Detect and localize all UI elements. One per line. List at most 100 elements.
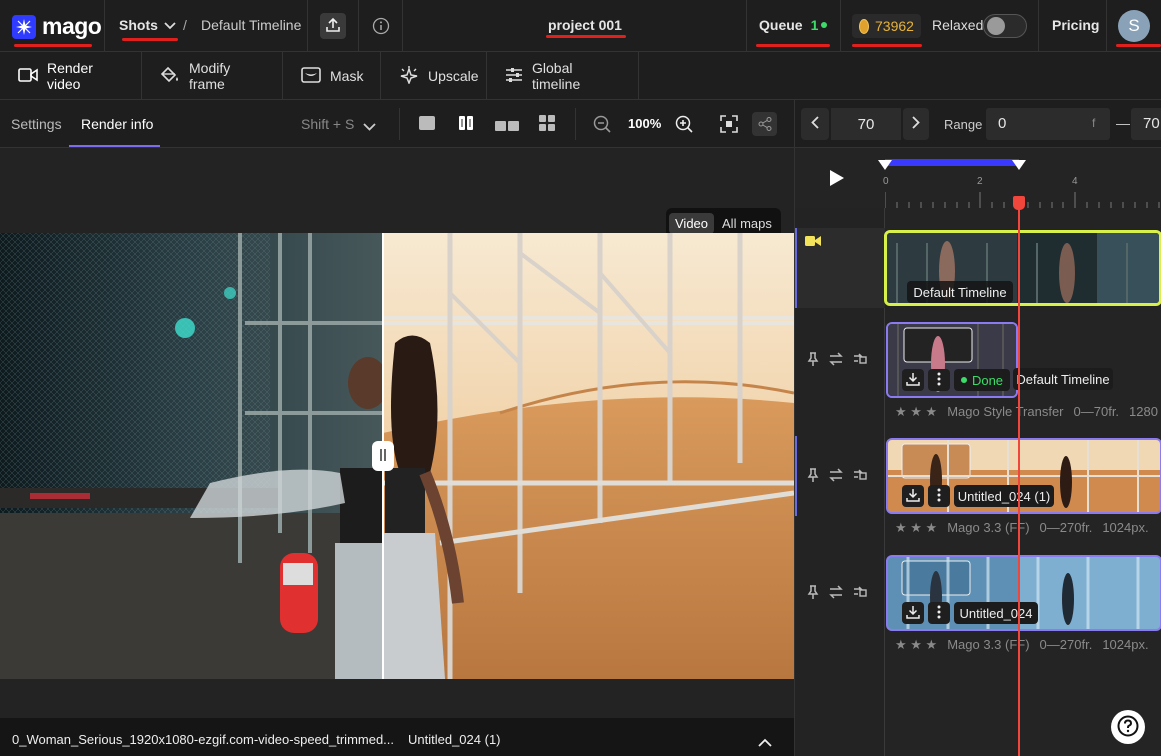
tab-settings[interactable]: Settings (11, 116, 62, 132)
frame-range: 0—270fr. (1039, 637, 1093, 652)
clip-label-text: Untitled_024 (1) (957, 488, 1051, 504)
range-end-input[interactable]: 70 (1131, 108, 1161, 140)
mask-icon (301, 66, 321, 86)
main-track-marker (795, 228, 797, 308)
more-options-button[interactable] (928, 485, 950, 507)
toolbar-label: Global timeline (532, 60, 581, 92)
info-button[interactable] (372, 17, 390, 38)
timeline-clip-render-done[interactable]: Done (886, 322, 1018, 398)
project-title[interactable]: project 001 (548, 17, 622, 33)
rating-stars[interactable]: ★ ★ ★ (895, 404, 937, 420)
download-icon (906, 488, 920, 505)
timeline-clip-untitled-024[interactable]: Untitled_024 (886, 555, 1161, 631)
fit-screen-icon[interactable] (720, 115, 738, 136)
pin-icon[interactable] (807, 352, 819, 369)
pin-icon[interactable] (807, 468, 819, 485)
video-preview[interactable] (0, 233, 794, 679)
global-timeline-button[interactable]: Global timeline (487, 52, 639, 100)
timeline-clip-untitled-024-1[interactable]: Untitled_024 (1) (886, 438, 1161, 514)
range-unit: f (1092, 116, 1096, 130)
avatar-initial: S (1128, 16, 1140, 35)
tab-render-info[interactable]: Render info (81, 116, 153, 132)
relaxed-toggle[interactable] (983, 14, 1027, 38)
upscale-button[interactable]: Upscale (381, 52, 487, 100)
more-options-button[interactable] (928, 369, 950, 391)
credits-badge[interactable]: 73962 (852, 14, 921, 38)
video-camera-icon (18, 67, 38, 86)
download-button[interactable] (902, 602, 924, 624)
breadcrumb-separator: / (183, 17, 187, 33)
queue-count: 1 (810, 17, 819, 33)
collapse-panel-button[interactable] (363, 118, 376, 134)
render-video-button[interactable]: Render video (0, 52, 142, 100)
replace-icon[interactable] (853, 585, 867, 602)
ruler-label-4: 4 (1072, 176, 1078, 187)
playhead-marker[interactable] (1013, 196, 1025, 210)
ruler-label-2: 2 (977, 176, 983, 187)
right-file-name: Untitled_024 (1) (408, 732, 501, 747)
zoom-level: 100% (628, 116, 662, 131)
frame-range: 0—270fr. (1039, 520, 1093, 535)
swap-icon[interactable] (829, 585, 843, 602)
video-mode-button[interactable]: Video (669, 212, 715, 234)
pin-icon[interactable] (807, 585, 819, 602)
clip-label: Untitled_024 (954, 602, 1038, 624)
side-by-side-view-icon[interactable] (495, 118, 519, 134)
split-view-icon[interactable] (458, 115, 474, 134)
frame-value: 70 (857, 115, 875, 133)
file-bar: 0_Woman_Serious_1920x1080-ezgif.com-vide… (0, 718, 794, 756)
shots-dropdown[interactable]: Shots (119, 17, 176, 33)
frame-input[interactable]: 70 (831, 108, 901, 140)
avatar[interactable]: S (1118, 10, 1150, 42)
all-maps-button[interactable]: All maps (716, 213, 778, 234)
next-frame-button[interactable] (903, 108, 929, 140)
more-vertical-icon (937, 372, 941, 389)
download-button[interactable] (902, 369, 924, 391)
swap-icon[interactable] (829, 352, 843, 369)
track-actions-2 (807, 468, 867, 485)
swap-icon[interactable] (829, 468, 843, 485)
frame-range: 0—70fr. (1073, 404, 1120, 419)
zoom-out-icon[interactable] (593, 115, 611, 136)
drag-handle-icon (379, 448, 387, 465)
play-button[interactable] (829, 169, 845, 190)
toolbar-label: Upscale (428, 68, 479, 84)
range-start-input[interactable]: 0 f (986, 108, 1110, 140)
zoom-in-icon[interactable] (675, 115, 693, 136)
resolution: 1024px. (1102, 520, 1149, 535)
prev-frame-button[interactable] (801, 108, 829, 140)
clip-label-text: Untitled_024 (959, 605, 1033, 621)
download-button[interactable] (902, 485, 924, 507)
rating-stars[interactable]: ★ ★ ★ (895, 637, 937, 653)
queue-status-dot (821, 22, 828, 28)
toolbar-label: Render video (47, 60, 93, 92)
replace-icon[interactable] (853, 468, 867, 485)
comparison-image (0, 233, 794, 679)
breadcrumb-current[interactable]: Default Timeline (201, 17, 301, 33)
queue-button[interactable]: Queue 1 (759, 17, 828, 33)
compare-drag-handle[interactable] (372, 441, 394, 471)
mask-button[interactable]: Mask (283, 52, 381, 100)
pricing-link[interactable]: Pricing (1052, 17, 1099, 33)
upload-icon (325, 17, 341, 36)
logo[interactable]: mago (12, 13, 102, 40)
rating-stars[interactable]: ★ ★ ★ (895, 520, 937, 536)
modify-frame-button[interactable]: Modify frame (142, 52, 283, 100)
range-bar[interactable] (885, 159, 1019, 166)
help-button[interactable] (1111, 710, 1145, 744)
playhead-line[interactable] (1018, 204, 1020, 756)
share-icon[interactable] (752, 112, 777, 136)
ruler-label-0: 0 (883, 176, 889, 187)
track-meta-1: ★ ★ ★ Mago Style Transfer 0—70fr. 1280 (895, 404, 1158, 420)
more-options-button[interactable] (928, 602, 950, 624)
timeline-clip-main[interactable]: Default Timeline (884, 230, 1161, 306)
range-end-value: 70 (1143, 115, 1160, 132)
single-view-icon[interactable] (419, 116, 435, 130)
grid-view-icon[interactable] (539, 115, 555, 134)
replace-icon[interactable] (853, 352, 867, 369)
share-button[interactable] (320, 13, 346, 39)
range-start-value: 0 (998, 115, 1007, 132)
expand-file-bar-button[interactable] (758, 734, 772, 750)
clip-label-text: Default Timeline (1016, 371, 1110, 387)
more-vertical-icon (937, 488, 941, 505)
